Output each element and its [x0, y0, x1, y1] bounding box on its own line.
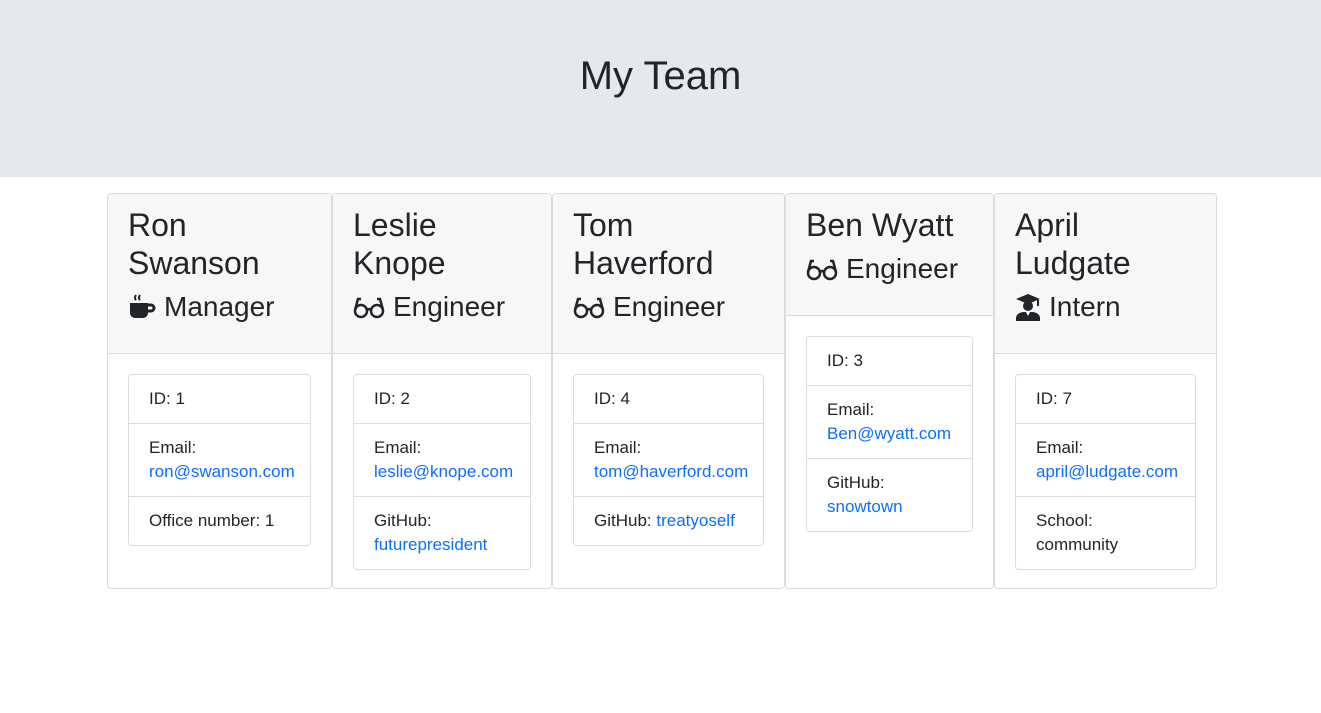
member-name: Tom Haverford: [573, 207, 714, 281]
id-item: ID: 2: [354, 375, 530, 423]
email-item: Email: Ben@wyatt.com: [807, 385, 972, 458]
github-item: GitHub: snowtown: [807, 458, 972, 531]
team-member-card: Ben Wyatt Engineer ID: 3 Email: Ben@wyat…: [785, 193, 994, 589]
glasses-icon: [353, 297, 385, 319]
github-label: GitHub:: [594, 511, 652, 530]
glasses-icon: [573, 297, 605, 319]
info-list: ID: 4 Email: tom@haverford.com GitHub: t…: [573, 374, 764, 546]
member-role-label: Intern: [1049, 291, 1121, 322]
email-label: Email:: [594, 438, 642, 457]
page-title: My Team: [579, 54, 742, 98]
school-text: School: community: [1036, 511, 1119, 554]
email-label: Email:: [374, 438, 422, 457]
github-label: GitHub:: [827, 473, 885, 492]
id-text: ID: 7: [1036, 389, 1072, 408]
member-role: Intern: [1015, 288, 1196, 326]
member-role: Engineer: [353, 288, 531, 326]
member-name: April Ludgate: [1015, 207, 1131, 281]
member-name: Ben Wyatt: [806, 207, 954, 243]
id-text: ID: 4: [594, 389, 630, 408]
id-text: ID: 1: [149, 389, 185, 408]
email-label: Email:: [149, 438, 197, 457]
id-item: ID: 4: [574, 375, 763, 423]
email-item: Email: april@ludgate.com: [1016, 423, 1195, 496]
team-member-card: Leslie Knope Engineer ID: 2 Email: lesli…: [332, 193, 552, 589]
id-item: ID: 3: [807, 337, 972, 385]
jumbotron-header: My Team: [0, 0, 1321, 177]
email-link[interactable]: leslie@knope.com: [374, 462, 513, 481]
member-role-label: Engineer: [393, 291, 506, 322]
member-name: Leslie Knope: [353, 207, 446, 281]
member-role-label: Manager: [164, 291, 275, 322]
github-link[interactable]: treatyoself: [656, 511, 734, 530]
github-link[interactable]: futurepresident: [374, 535, 487, 554]
school-item: School: community: [1016, 496, 1195, 569]
member-role: Engineer: [573, 288, 764, 326]
id-item: ID: 1: [129, 375, 310, 423]
coffee-icon: [130, 294, 156, 318]
card-header: Ben Wyatt Engineer: [786, 194, 993, 316]
email-item: Email: leslie@knope.com: [354, 423, 530, 496]
id-text: ID: 3: [827, 351, 863, 370]
email-label: Email:: [1036, 438, 1084, 457]
github-link[interactable]: snowtown: [827, 497, 903, 516]
member-role-label: Engineer: [613, 291, 726, 322]
github-label: GitHub:: [374, 511, 432, 530]
github-item: GitHub: treatyoself: [574, 496, 763, 545]
email-link[interactable]: Ben@wyatt.com: [827, 424, 951, 443]
card-header: Leslie Knope Engineer: [333, 194, 551, 354]
member-name: Ron Swanson: [128, 207, 260, 281]
office-number-text: Office number: 1: [149, 511, 275, 530]
team-member-card: April Ludgate Intern ID: 7 Email: april@…: [994, 193, 1217, 589]
card-header: April Ludgate Intern: [995, 194, 1216, 354]
email-item: Email: ron@swanson.com: [129, 423, 310, 496]
email-label: Email:: [827, 400, 875, 419]
graduate-icon: [1016, 294, 1040, 321]
info-list: ID: 2 Email: leslie@knope.com GitHub: fu…: [353, 374, 531, 570]
github-item: GitHub: futurepresident: [354, 496, 530, 569]
info-list: ID: 1 Email: ron@swanson.com Office numb…: [128, 374, 311, 546]
email-link[interactable]: tom@haverford.com: [594, 462, 748, 481]
info-list: ID: 3 Email: Ben@wyatt.com GitHub: snowt…: [806, 336, 973, 532]
member-role: Manager: [128, 288, 311, 326]
glasses-icon: [806, 259, 838, 281]
email-item: Email: tom@haverford.com: [574, 423, 763, 496]
card-header: Ron Swanson Manager: [108, 194, 331, 354]
office-number-item: Office number: 1: [129, 496, 310, 545]
id-item: ID: 7: [1016, 375, 1195, 423]
team-member-card: Tom Haverford Engineer ID: 4 Email: tom@…: [552, 193, 785, 589]
card-header: Tom Haverford Engineer: [553, 194, 784, 354]
info-list: ID: 7 Email: april@ludgate.com School: c…: [1015, 374, 1196, 570]
email-link[interactable]: ron@swanson.com: [149, 462, 295, 481]
email-link[interactable]: april@ludgate.com: [1036, 462, 1178, 481]
id-text: ID: 2: [374, 389, 410, 408]
team-member-card: Ron Swanson Manager ID: 1 Email: ron@swa…: [107, 193, 332, 589]
member-role: Engineer: [806, 250, 973, 288]
member-role-label: Engineer: [846, 253, 959, 284]
